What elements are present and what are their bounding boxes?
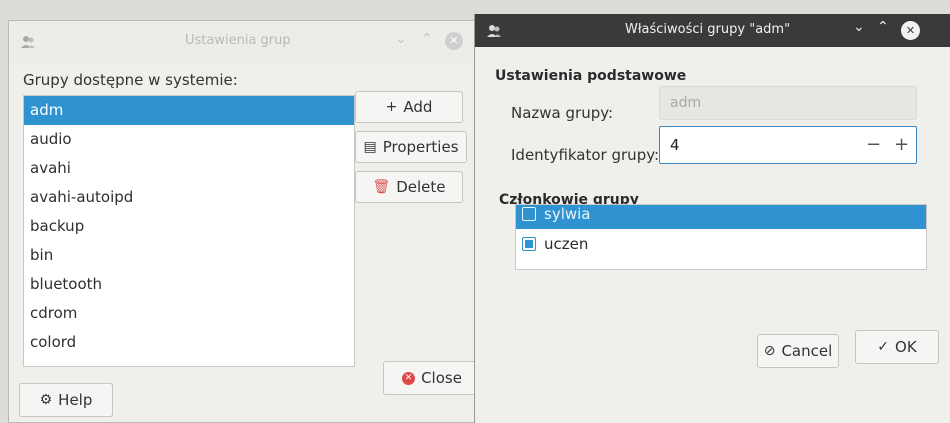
available-groups-label: Grupy dostępne w systemie: (23, 71, 238, 89)
help-button[interactable]: Help (19, 383, 113, 417)
close-circle-icon: ✕ (402, 371, 416, 385)
group-name-field: adm (659, 86, 917, 120)
group-id-spinner[interactable]: 4 − + (659, 126, 917, 164)
list-item-avahi[interactable]: avahi (24, 154, 354, 183)
list-item-audio[interactable]: audio (24, 125, 354, 154)
cancel-icon: ⊘ (763, 343, 776, 359)
close-icon[interactable]: ✕ (445, 32, 463, 50)
list-item-bin[interactable]: bin (24, 241, 354, 270)
properties-button[interactable]: ▤ Properties (355, 131, 467, 163)
list-item-bluetooth[interactable]: bluetooth (24, 270, 354, 299)
member-checkbox[interactable] (522, 207, 536, 221)
ok-button[interactable]: ✓ OK (855, 330, 939, 364)
member-row-sylwia[interactable]: sylwia (516, 205, 926, 229)
minimize-icon[interactable]: ⌄ (395, 31, 407, 47)
decrement-button[interactable]: − (866, 127, 881, 163)
check-icon: ✓ (877, 339, 890, 355)
list-item-adm[interactable]: adm (24, 96, 354, 125)
list-item-backup[interactable]: backup (24, 212, 354, 241)
member-checkbox[interactable] (522, 237, 536, 251)
maximize-icon[interactable]: ⌃ (877, 19, 889, 35)
add-icon: + (385, 99, 398, 115)
basic-settings-heading: Ustawienia podstawowe (495, 68, 687, 84)
dialog-title: Właściwości grupy "adm" (625, 22, 791, 37)
cancel-button[interactable]: ⊘ Cancel (757, 334, 839, 368)
titlebar[interactable]: Ustawienia grup ⌄ ⌃ ✕ (9, 21, 483, 63)
close-icon[interactable]: ✕ (901, 21, 920, 40)
group-id-label: Identyfikator grupy: (511, 146, 660, 164)
list-item-cdrom[interactable]: cdrom (24, 299, 354, 328)
delete-button[interactable]: 🗑 Delete (355, 171, 463, 203)
group-id-value[interactable]: 4 (670, 136, 680, 154)
users-icon (487, 25, 501, 37)
list-item-colord[interactable]: colord (24, 328, 354, 357)
maximize-icon[interactable]: ⌃ (421, 31, 433, 47)
group-list[interactable]: adm audio avahi avahi-autoipd backup bin… (23, 95, 355, 367)
group-properties-dialog: Właściwości grupy "adm" ⌄ ⌃ ✕ Ustawienia… (474, 14, 950, 423)
users-icon (21, 36, 35, 48)
help-icon (40, 392, 53, 408)
members-list[interactable]: sylwia uczen (515, 204, 927, 270)
add-button[interactable]: + Add (355, 91, 463, 123)
dialog-titlebar[interactable]: Właściwości grupy "adm" ⌄ ⌃ ✕ (475, 14, 950, 47)
list-item-avahi-autoipd[interactable]: avahi-autoipd (24, 183, 354, 212)
group-name-label: Nazwa grupy: (511, 104, 614, 122)
trash-icon: 🗑 (372, 179, 391, 195)
group-settings-window: Ustawienia grup ⌄ ⌃ ✕ Grupy dostępne w s… (8, 20, 484, 423)
close-button[interactable]: ✕ Close (383, 361, 481, 395)
member-row-uczen[interactable]: uczen (516, 229, 926, 259)
properties-icon: ▤ (363, 139, 377, 155)
minimize-icon[interactable]: ⌄ (853, 19, 865, 35)
window-title: Ustawienia grup (185, 33, 291, 48)
increment-button[interactable]: + (894, 127, 909, 163)
